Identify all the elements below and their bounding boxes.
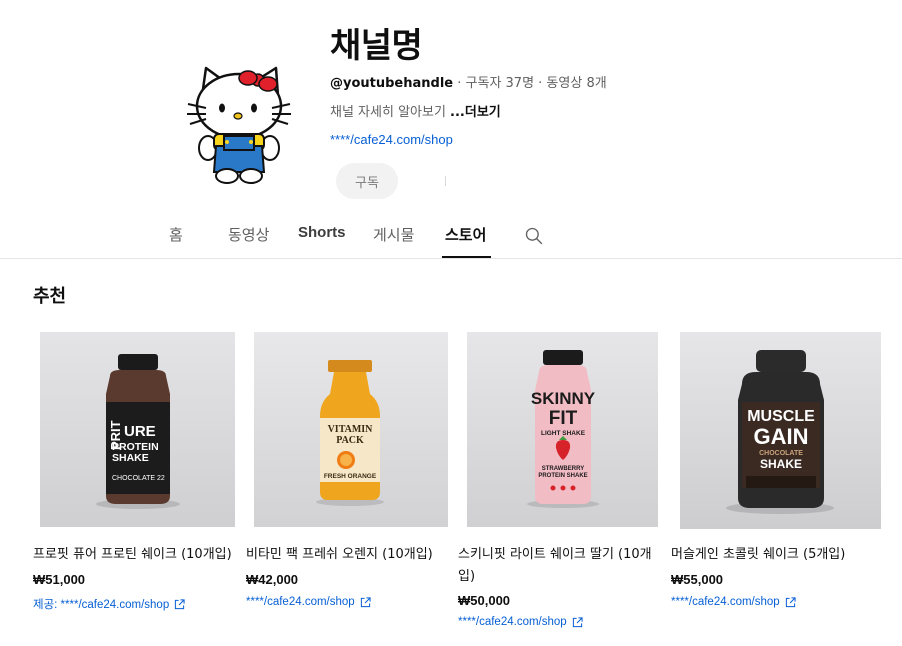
more-link[interactable]: ...더보기 (450, 105, 501, 120)
bottle-label: SKINNY (531, 389, 596, 408)
external-link-icon (785, 596, 796, 607)
section-title: 추천 (33, 286, 67, 307)
product-price: ₩42,000 (246, 572, 299, 587)
bottle-label: STRAWBERRY (542, 466, 584, 472)
product-title[interactable]: 프로핏 퓨어 프로틴 쉐이크 (10개입) (33, 544, 238, 566)
channel-meta: @youtubehandle · 구독자 37명 · 동영상 8개 (330, 72, 607, 91)
tab-shorts[interactable]: Shorts (298, 224, 346, 241)
product-title[interactable]: 비타민 팩 프레쉬 오렌지 (10개입) (246, 544, 451, 566)
bottle-label: LIGHT SHAKE (541, 430, 586, 437)
product-card[interactable]: SKINNY FIT LIGHT SHAKE STRAWBERRY PROTEI… (467, 332, 658, 527)
subscribe-button[interactable]: 구독 (336, 163, 398, 199)
bottle-label: URE (124, 423, 156, 440)
product-link[interactable]: ****/cafe24.com/shop (246, 596, 371, 608)
search-icon[interactable] (524, 226, 544, 246)
product-thumbnail[interactable]: SKINNY FIT LIGHT SHAKE STRAWBERRY PROTEI… (467, 332, 658, 527)
product-card[interactable]: URE PROTEIN SHAKE CHOCOLATE 22 PRIT (40, 332, 235, 527)
product-link-text: ****/cafe24.com/shop (458, 616, 567, 628)
product-link[interactable]: ****/cafe24.com/shop (671, 596, 796, 608)
product-price: ₩51,000 (33, 572, 86, 587)
bottle-label: VITAMIN (328, 424, 374, 435)
product-bottle-image: VITAMIN PACK FRESH ORANGE (254, 332, 448, 527)
bottle-label: CHOCOLATE 22 (112, 475, 165, 482)
product-link[interactable]: 제공: ****/cafe24.com/shop (33, 596, 185, 612)
external-link-icon (360, 596, 371, 607)
product-link-text: ****/cafe24.com/shop (246, 596, 355, 608)
channel-link[interactable]: ****/cafe24.com/shop (330, 132, 453, 147)
product-thumbnail[interactable]: URE PROTEIN SHAKE CHOCOLATE 22 PRIT (40, 332, 235, 527)
product-bottle-image: SKINNY FIT LIGHT SHAKE STRAWBERRY PROTEI… (467, 332, 658, 527)
channel-handle: @youtubehandle (330, 76, 454, 91)
product-price: ₩50,000 (458, 593, 511, 608)
channel-tabs: 홈 동영상 Shorts 게시물 스토어 (0, 218, 902, 259)
product-thumbnail[interactable]: VITAMIN PACK FRESH ORANGE (254, 332, 448, 527)
tab-posts[interactable]: 게시물 (373, 224, 414, 245)
bottle-label: GAIN (754, 424, 809, 449)
product-title[interactable]: 머슬게인 초콜릿 쉐이크 (5개입) (671, 544, 876, 566)
bottle-label: FRESH ORANGE (324, 473, 377, 480)
product-title[interactable]: 스키니핏 라이트 쉐이크 딸기 (10개입) (458, 544, 658, 588)
channel-stats: · 구독자 37명 · 동영상 8개 (453, 76, 607, 91)
bottle-label: FIT (549, 408, 578, 429)
product-link-text: 제공: ****/cafe24.com/shop (33, 599, 170, 611)
active-tab-indicator (442, 256, 491, 258)
product-card[interactable]: MUSCLE GAIN CHOCOLATE SHAKE (680, 332, 881, 529)
channel-avatar[interactable] (184, 62, 294, 187)
product-card[interactable]: VITAMIN PACK FRESH ORANGE (254, 332, 448, 527)
channel-description[interactable]: 채널 자세히 알아보기 ...더보기 (330, 101, 501, 120)
external-link-icon (572, 616, 583, 627)
bottle-label: MUSCLE (747, 408, 815, 425)
product-price: ₩55,000 (671, 572, 724, 587)
bottle-label: PROTEIN SHAKE (538, 473, 587, 479)
bottle-label: PACK (336, 435, 364, 446)
product-link[interactable]: ****/cafe24.com/shop (458, 616, 583, 628)
product-bottle-image: MUSCLE GAIN CHOCOLATE SHAKE (680, 332, 881, 529)
bottle-label: CHOCOLATE (759, 450, 803, 457)
product-bottle-image: URE PROTEIN SHAKE CHOCOLATE 22 PRIT (40, 332, 235, 527)
product-thumbnail[interactable]: MUSCLE GAIN CHOCOLATE SHAKE (680, 332, 881, 529)
divider (445, 176, 446, 186)
product-link-text: ****/cafe24.com/shop (671, 596, 780, 608)
tab-videos[interactable]: 동영상 (228, 224, 269, 245)
channel-name: 채널명 (330, 26, 423, 66)
bottle-label: SHAKE (112, 452, 149, 464)
tab-home[interactable]: 홈 (169, 224, 183, 245)
description-text: 채널 자세히 알아보기 (330, 105, 451, 120)
tab-store[interactable]: 스토어 (445, 224, 486, 245)
bottle-label: SHAKE (760, 457, 802, 471)
external-link-icon (175, 598, 185, 609)
bottle-label: PRIT (108, 420, 123, 450)
